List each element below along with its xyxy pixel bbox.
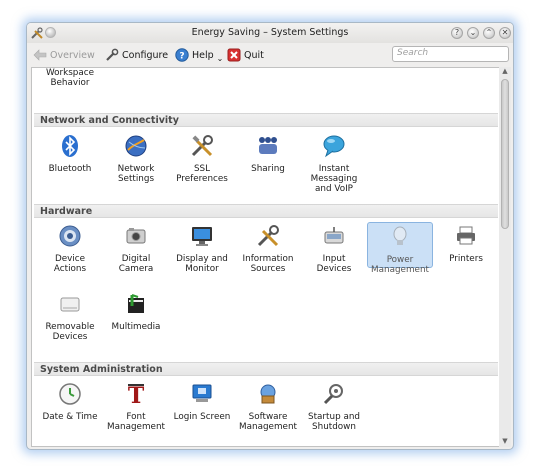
svg-text:?: ? bbox=[179, 51, 184, 61]
search-input[interactable]: Search bbox=[392, 46, 509, 62]
bluetooth-icon bbox=[62, 135, 78, 157]
wrench-icon bbox=[106, 48, 119, 61]
module-label: Instant Messaging and VoIP bbox=[310, 164, 358, 194]
module-item[interactable]: Software Management bbox=[235, 382, 301, 432]
section-header: Network and Connectivity bbox=[34, 113, 498, 127]
chat-bubble-icon bbox=[323, 135, 345, 158]
module-label: Software Management bbox=[239, 412, 297, 432]
scroll-down-icon[interactable]: ▼ bbox=[499, 437, 511, 447]
window-title: Energy Saving – System Settings bbox=[191, 27, 349, 38]
module-item[interactable]: Input Devices bbox=[301, 224, 367, 274]
power-bulb-icon bbox=[393, 226, 407, 245]
section-header: Hardware bbox=[34, 204, 498, 218]
chevron-down-icon[interactable]: ⌄ bbox=[217, 54, 224, 63]
scroll-up-icon[interactable]: ▲ bbox=[499, 67, 511, 77]
scrollbar-thumb[interactable] bbox=[501, 79, 509, 229]
module-label: Login Screen bbox=[173, 412, 231, 422]
module-label-line2: Behavior bbox=[50, 78, 90, 88]
module-item[interactable]: Startup and Shutdown bbox=[301, 382, 367, 432]
module-label: Multimedia bbox=[111, 322, 161, 332]
module-label: Network Settings bbox=[117, 164, 155, 184]
help-window-button[interactable]: ? bbox=[451, 27, 463, 39]
drive-icon bbox=[60, 297, 80, 312]
system-settings-window: Energy Saving – System Settings ? ⌄ ⌃ ✕ … bbox=[26, 22, 514, 450]
gear-device-icon bbox=[59, 225, 81, 247]
quit-label: Quit bbox=[244, 49, 264, 61]
module-item[interactable]: Removable Devices bbox=[37, 292, 103, 342]
help-label: Help bbox=[192, 49, 214, 61]
software-package-icon bbox=[260, 384, 276, 404]
module-item[interactable]: Instant Messaging and VoIP bbox=[301, 134, 367, 194]
printer-icon bbox=[457, 226, 475, 245]
module-label: Bluetooth bbox=[48, 164, 92, 174]
toolbar: Overview Configure ? Help ⌄ Quit Search bbox=[27, 43, 513, 67]
module-label: Digital Camera bbox=[118, 254, 154, 274]
camera-icon bbox=[126, 228, 146, 244]
module-label: SSL Preferences bbox=[176, 164, 228, 184]
svg-text:T: T bbox=[128, 383, 145, 406]
maximize-button[interactable]: ⌃ bbox=[483, 27, 495, 39]
back-arrow-icon bbox=[33, 49, 47, 61]
minimize-button[interactable]: ⌄ bbox=[467, 27, 479, 39]
module-item[interactable]: Display and Monitor bbox=[169, 224, 235, 274]
module-item[interactable]: Printers bbox=[433, 224, 499, 264]
multimedia-icon bbox=[128, 294, 144, 313]
module-item[interactable]: Login Screen bbox=[169, 382, 235, 422]
module-item[interactable]: Workspace Behavior bbox=[37, 68, 103, 88]
module-list[interactable]: Workspace Behavior Network and Connectiv… bbox=[31, 67, 500, 447]
tools-icon bbox=[257, 225, 279, 247]
module-item[interactable]: Bluetooth bbox=[37, 134, 103, 174]
tools-icon bbox=[191, 135, 213, 157]
configure-button[interactable]: Configure bbox=[105, 47, 168, 63]
module-label: Font Management bbox=[107, 412, 165, 432]
module-label: Power Management bbox=[371, 255, 429, 275]
module-label-line1: Workspace bbox=[45, 68, 95, 78]
section-header: System Administration bbox=[34, 362, 498, 376]
configure-label: Configure bbox=[122, 49, 169, 61]
overview-label: Overview bbox=[50, 49, 95, 61]
quit-button[interactable]: Quit bbox=[227, 47, 264, 63]
module-label: Information Sources bbox=[242, 254, 294, 274]
module-item[interactable]: Sharing bbox=[235, 134, 301, 174]
module-label: Input Devices bbox=[316, 254, 352, 274]
module-label: Sharing bbox=[251, 164, 285, 174]
module-item[interactable]: Date & Time bbox=[37, 382, 103, 422]
startup-gear-icon bbox=[323, 384, 343, 405]
close-button[interactable]: ✕ bbox=[499, 27, 511, 39]
module-label: Removable Devices bbox=[45, 322, 95, 342]
monitor-icon bbox=[192, 227, 212, 246]
sharing-icon bbox=[259, 137, 277, 154]
module-item[interactable]: SSL Preferences bbox=[169, 134, 235, 184]
module-item[interactable]: Device Actions bbox=[37, 224, 103, 274]
module-label: Startup and Shutdown bbox=[308, 412, 360, 432]
module-item-selected[interactable]: Power Management bbox=[367, 222, 433, 275]
network-globe-icon bbox=[125, 135, 147, 157]
module-item[interactable]: Digital Camera bbox=[103, 224, 169, 274]
module-item[interactable]: Network Settings bbox=[103, 134, 169, 184]
vertical-scrollbar[interactable]: ▲ ▼ bbox=[499, 67, 511, 447]
login-monitor-icon bbox=[192, 384, 212, 402]
help-button[interactable]: ? Help ⌄ bbox=[175, 47, 223, 63]
module-label: Printers bbox=[449, 254, 483, 264]
overview-button[interactable]: Overview bbox=[33, 47, 95, 63]
help-icon: ? bbox=[175, 48, 189, 62]
module-label: Date & Time bbox=[42, 412, 98, 422]
input-device-icon bbox=[324, 227, 344, 244]
title-bar[interactable]: Energy Saving – System Settings ? ⌄ ⌃ ✕ bbox=[27, 23, 513, 43]
module-item[interactable]: Information Sources bbox=[235, 224, 301, 274]
font-icon: T bbox=[128, 383, 145, 409]
clock-icon bbox=[59, 383, 81, 405]
module-label: Device Actions bbox=[53, 254, 87, 274]
module-item[interactable]: T Font Management bbox=[103, 382, 169, 432]
module-label: Display and Monitor bbox=[176, 254, 228, 274]
module-item[interactable]: Multimedia bbox=[103, 292, 169, 332]
quit-icon bbox=[227, 48, 241, 62]
